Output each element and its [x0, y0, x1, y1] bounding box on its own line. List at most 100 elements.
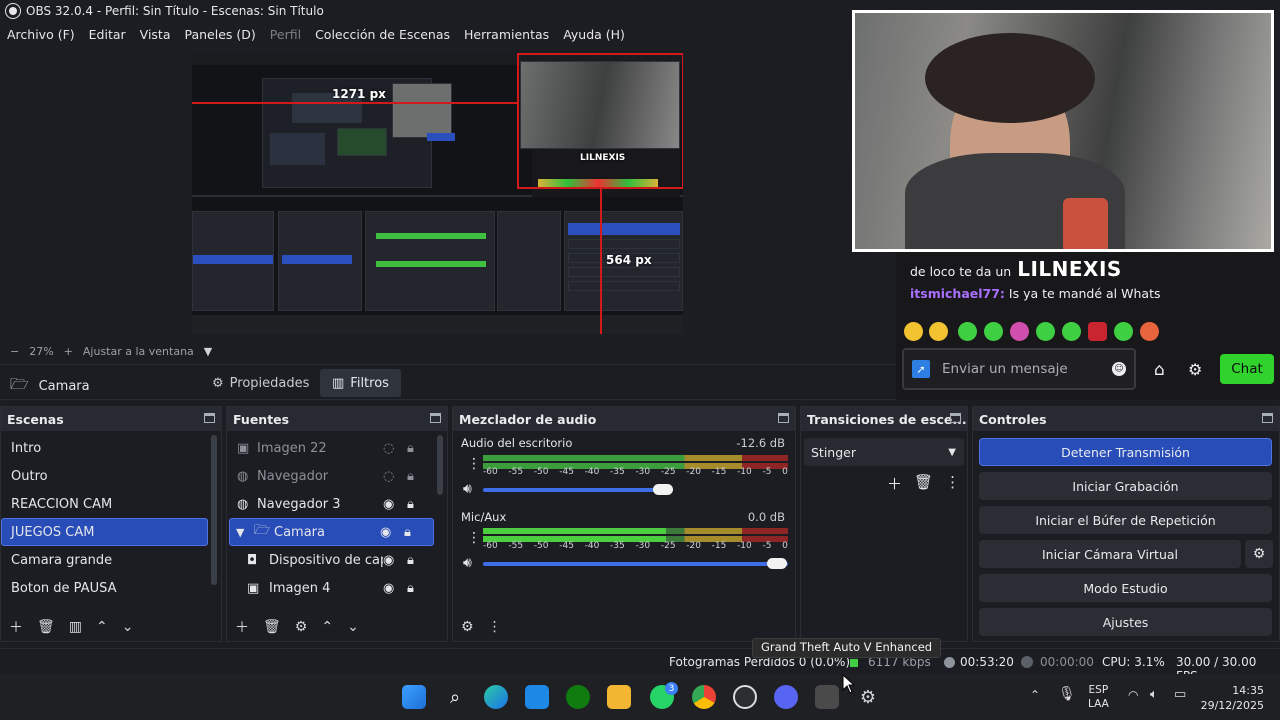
menu-coleccion-escenas[interactable]: Colección de Escenas	[315, 27, 450, 42]
menu-archivo[interactable]: Archivo (F)	[7, 27, 75, 42]
chevron-down-icon[interactable]: ▼	[236, 526, 254, 539]
source-item[interactable]: ◍ Navegador ◌ 🔒︎	[227, 462, 433, 490]
xbox-icon[interactable]	[566, 685, 590, 709]
scene-item[interactable]: Boton de PAUSA	[1, 574, 209, 602]
source-item[interactable]: ▣ Imagen 22 ◌ 🔒︎	[227, 434, 433, 462]
volume-slider-1[interactable]	[483, 488, 673, 492]
lock-icon[interactable]: 🔒︎	[407, 581, 414, 596]
zoom-dropdown-icon[interactable]: ▼	[204, 345, 212, 358]
eye-icon[interactable]: ◉	[383, 497, 407, 512]
undock-icon[interactable]	[430, 413, 441, 423]
filters-button[interactable]: ▥ Filtros	[320, 369, 401, 397]
wifi-icon[interactable]: ◠	[1128, 688, 1138, 702]
file-explorer-icon[interactable]	[607, 685, 631, 709]
source-item[interactable]: ◍ Navegador 3 ◉ 🔒︎	[227, 490, 433, 518]
scrollbar[interactable]	[437, 435, 443, 495]
search-icon[interactable]: ⌕	[443, 685, 467, 709]
add-icon[interactable]: ＋	[235, 617, 249, 637]
start-recording-button[interactable]: Iniciar Grabación	[979, 472, 1272, 500]
scene-item-selected[interactable]: JUEGOS CAM	[1, 518, 208, 546]
source-item-selected[interactable]: ▼ 🗁 Camara ◉ 🔒︎	[229, 518, 434, 546]
speaker-icon[interactable]: 🔊︎	[463, 555, 472, 571]
lock-icon[interactable]: 🔒︎	[407, 497, 414, 512]
source-item[interactable]: ◘ Dispositivo de captu ◉ 🔒︎	[227, 546, 433, 574]
add-icon[interactable]: ＋	[9, 617, 23, 637]
gear-icon[interactable]: ⚙	[1245, 540, 1273, 568]
edge-icon[interactable]	[484, 685, 508, 709]
chat-input[interactable]: ➚ Enviar un mensaje ☺	[902, 348, 1136, 390]
virtual-camera-button[interactable]: Iniciar Cámara Virtual	[979, 540, 1241, 568]
gear-icon[interactable]: ⚙	[856, 685, 880, 709]
add-icon[interactable]: ＋	[887, 473, 902, 494]
undock-icon[interactable]	[204, 413, 215, 423]
chevron-down-icon[interactable]: ⌄	[347, 619, 359, 635]
menu-ayuda[interactable]: Ayuda (H)	[563, 27, 625, 42]
preview-canvas[interactable]: LILNEXIS 1271 px 564 px	[192, 53, 683, 334]
chevron-up-icon[interactable]: ⌃	[96, 619, 108, 635]
trash-icon[interactable]: 🗑	[37, 619, 55, 635]
filter-icon[interactable]: ▥	[69, 619, 82, 635]
trash-icon[interactable]: 🗑	[263, 619, 281, 635]
language-indicator[interactable]: ESP LAA	[1088, 683, 1109, 711]
eye-hidden-icon[interactable]: ◌	[383, 441, 407, 456]
source-item[interactable]: ▣ Imagen 4 ◉ 🔒︎	[227, 574, 433, 602]
menu-herramientas[interactable]: Herramientas	[464, 27, 549, 42]
volume-slider-2[interactable]	[483, 562, 788, 566]
stop-stream-button[interactable]: Detener Transmisión	[979, 438, 1272, 466]
undock-icon[interactable]	[950, 413, 961, 423]
microphone-icon[interactable]: 🎙︎	[1058, 686, 1076, 702]
undock-icon[interactable]	[1262, 413, 1273, 423]
lock-icon[interactable]: 🔒︎	[407, 553, 414, 568]
eye-icon[interactable]: ◉	[383, 581, 407, 596]
eye-hidden-icon[interactable]: ◌	[383, 469, 407, 484]
clock[interactable]: 14:35 29/12/2025	[1196, 683, 1264, 713]
properties-button[interactable]: ⚙ Propiedades	[200, 369, 321, 397]
settings-button[interactable]: Ajustes	[979, 608, 1272, 636]
discord-icon[interactable]	[774, 685, 798, 709]
zoom-in-button[interactable]: +	[64, 345, 73, 358]
chevron-up-icon[interactable]: ⌃	[321, 619, 333, 635]
kebab-menu-icon[interactable]: ⋮	[467, 530, 481, 546]
transition-select[interactable]: Stinger ▼	[804, 438, 964, 466]
undock-icon[interactable]	[778, 413, 789, 423]
kebab-menu-icon[interactable]: ⋮	[945, 473, 960, 494]
scene-item[interactable]: Intro	[1, 434, 209, 462]
volume-handle[interactable]	[653, 484, 673, 495]
zoom-out-button[interactable]: −	[10, 345, 19, 358]
zoom-fit-label[interactable]: Ajustar a la ventana	[83, 345, 194, 358]
menu-paneles[interactable]: Paneles (D)	[185, 27, 256, 42]
emoji-icon[interactable]: ☺	[1112, 362, 1126, 376]
eye-icon[interactable]: ◉	[380, 525, 404, 540]
lock-icon[interactable]: 🔒︎	[407, 469, 414, 484]
chat-username[interactable]: itsmichael77:	[910, 286, 1005, 301]
speaker-icon[interactable]: 🔊︎	[463, 481, 472, 497]
chevron-down-icon[interactable]: ⌄	[122, 619, 134, 635]
menu-editar[interactable]: Editar	[89, 27, 126, 42]
eye-icon[interactable]: ◉	[383, 553, 407, 568]
menu-vista[interactable]: Vista	[140, 27, 171, 42]
gear-icon[interactable]: ⚙	[1188, 360, 1202, 379]
store-icon[interactable]	[525, 685, 549, 709]
scrollbar[interactable]	[211, 435, 217, 585]
lock-icon[interactable]: 🔒︎	[404, 525, 411, 540]
chrome-icon[interactable]	[692, 685, 716, 709]
scene-item[interactable]: Camara grande	[1, 546, 209, 574]
studio-mode-button[interactable]: Modo Estudio	[979, 574, 1272, 602]
kebab-menu-icon[interactable]: ⋮	[467, 456, 481, 472]
volume-handle[interactable]	[767, 558, 787, 569]
windows-start-icon[interactable]	[402, 685, 426, 709]
replay-buffer-button[interactable]: Iniciar el Búfer de Repetición	[979, 506, 1272, 534]
volume-icon[interactable]: 🔈︎	[1150, 687, 1158, 702]
gear-icon[interactable]: ⚙	[461, 619, 474, 635]
lock-icon[interactable]: 🔒︎	[407, 441, 414, 456]
obs-taskbar-icon[interactable]	[733, 685, 757, 709]
store-icon[interactable]: ⌂	[1154, 360, 1165, 380]
scene-item[interactable]: REACCION CAM	[1, 490, 209, 518]
kebab-menu-icon[interactable]: ⋮	[488, 619, 502, 635]
gta-icon[interactable]	[815, 685, 839, 709]
extension-icon[interactable]: ➚	[912, 360, 930, 378]
gear-icon[interactable]: ⚙	[295, 619, 308, 635]
chevron-up-icon[interactable]: ⌃	[1030, 688, 1040, 702]
trash-icon[interactable]: 🗑	[914, 473, 933, 494]
chat-send-button[interactable]: Chat	[1220, 354, 1274, 384]
